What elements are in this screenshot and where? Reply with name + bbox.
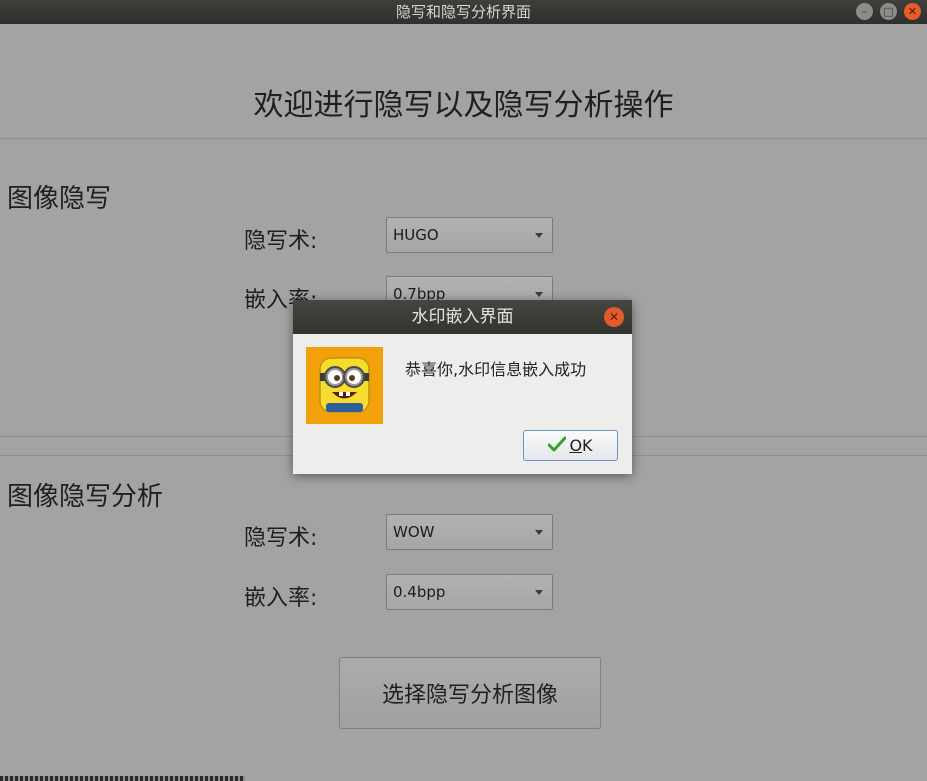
analysis-rate-select[interactable]: 0.4bpp xyxy=(386,574,553,610)
analysis-algorithm-value: WOW xyxy=(393,523,435,541)
checkmark-icon xyxy=(547,436,567,456)
ok-label: OK xyxy=(569,436,592,455)
rate-label: 嵌入率: xyxy=(244,586,318,611)
dialog-titlebar[interactable]: 水印嵌入界面 ✕ xyxy=(293,300,632,334)
minimize-icon[interactable]: – xyxy=(856,3,873,20)
page-title: 欢迎进行隐写以及隐写分析操作 xyxy=(253,88,674,123)
section-title-steganalysis: 图像隐写分析 xyxy=(7,482,164,512)
maximize-icon[interactable]: □ xyxy=(880,3,897,20)
message-dialog: 水印嵌入界面 ✕ 恭喜你,水印信息嵌入成功 OK xyxy=(293,300,632,474)
close-icon[interactable]: ✕ xyxy=(604,307,624,327)
chevron-down-icon xyxy=(535,530,543,535)
ok-label-rest: K xyxy=(582,436,593,455)
dialog-title: 水印嵌入界面 xyxy=(411,307,514,327)
taskbar-strip xyxy=(0,776,245,781)
stego-algorithm-select[interactable]: HUGO xyxy=(386,217,553,253)
minion-avatar-icon xyxy=(306,347,383,424)
chevron-down-icon xyxy=(535,233,543,238)
window-title: 隐写和隐写分析界面 xyxy=(395,3,531,21)
algorithm-label: 隐写术: xyxy=(244,526,318,551)
ok-mnemonic: O xyxy=(569,436,583,455)
ok-button[interactable]: OK xyxy=(523,430,618,461)
algorithm-label: 隐写术: xyxy=(244,229,318,254)
close-icon[interactable]: ✕ xyxy=(904,3,921,20)
window-titlebar[interactable]: 隐写和隐写分析界面 – □ ✕ xyxy=(0,0,927,24)
section-title-steganography: 图像隐写 xyxy=(7,184,112,214)
divider xyxy=(0,138,927,139)
chevron-down-icon xyxy=(535,590,543,595)
analysis-algorithm-select[interactable]: WOW xyxy=(386,514,553,550)
dialog-message: 恭喜你,水印信息嵌入成功 xyxy=(405,360,587,379)
analysis-rate-value: 0.4bpp xyxy=(393,583,446,601)
stego-algorithm-value: HUGO xyxy=(393,226,439,244)
chevron-down-icon xyxy=(535,292,543,297)
select-analysis-image-button[interactable]: 选择隐写分析图像 xyxy=(339,657,601,729)
